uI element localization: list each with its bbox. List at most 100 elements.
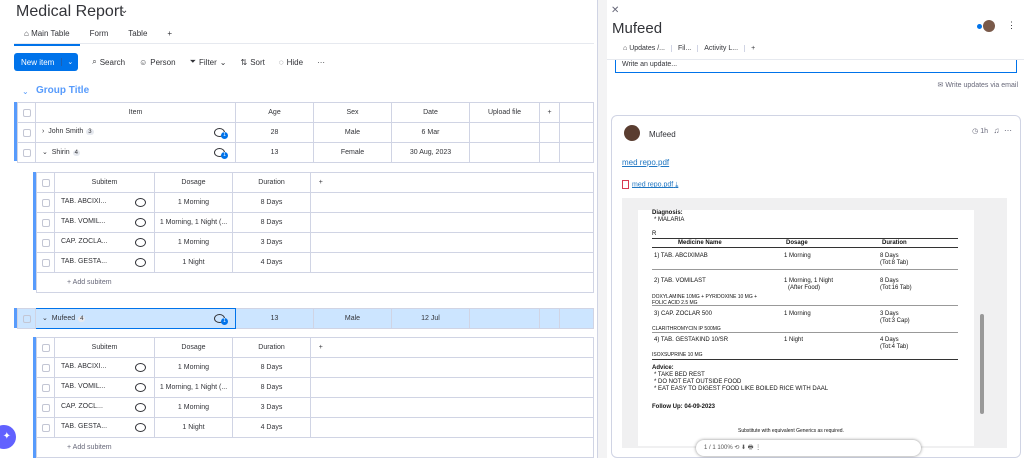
panel-divider[interactable] <box>597 0 607 458</box>
tab-files[interactable]: Fil... <box>672 45 699 52</box>
duration-cell[interactable]: 3 Days <box>232 232 311 253</box>
date-cell[interactable]: 30 Aug, 2023 <box>391 142 470 163</box>
updates-icon[interactable] <box>135 238 146 247</box>
row-checkbox[interactable] <box>22 148 31 157</box>
group-title[interactable]: Group Title <box>36 85 89 96</box>
file-link[interactable]: med repo.pdf <box>622 158 669 167</box>
add-column-button[interactable]: + <box>310 337 331 358</box>
dosage-cell[interactable]: 1 Night <box>154 417 233 438</box>
post-author[interactable]: Mufeed <box>649 130 676 139</box>
chevron-down-icon[interactable]: ⌄ <box>42 315 48 322</box>
col-sex[interactable]: Sex <box>313 102 392 123</box>
age-cell[interactable]: 28 <box>235 122 314 143</box>
sex-cell[interactable]: Male <box>313 308 392 329</box>
dosage-cell[interactable]: 1 Morning, 1 Night (... <box>154 377 233 398</box>
col-subitem[interactable]: Subitem <box>54 172 155 193</box>
search-button[interactable]: ⌕ Search <box>92 57 125 67</box>
updates-icon[interactable] <box>135 383 146 392</box>
row-checkbox[interactable] <box>41 258 50 267</box>
post-actions[interactable]: ♫ ⋯ <box>994 126 1012 135</box>
updates-icon[interactable] <box>135 423 146 432</box>
subitem-row[interactable]: TAB. ABCIXI... 1 Morning 8 Days <box>36 192 594 213</box>
sex-cell[interactable]: Female <box>313 142 392 163</box>
row-checkbox[interactable] <box>41 218 50 227</box>
row-checkbox[interactable] <box>41 238 50 247</box>
col-date[interactable]: Date <box>391 102 470 123</box>
subitem-name[interactable]: CAP. ZOCLA... <box>61 238 108 245</box>
col-dosage[interactable]: Dosage <box>154 172 233 193</box>
add-column-button[interactable]: + <box>310 172 331 193</box>
updates-icon[interactable]: 1 <box>214 148 228 159</box>
col-dosage[interactable]: Dosage <box>154 337 233 358</box>
duration-cell[interactable]: 3 Days <box>232 397 311 418</box>
subitem-row[interactable]: TAB. ABCIXI... 1 Morning 8 Days <box>36 357 594 378</box>
person-button[interactable]: ☺ Person <box>139 58 176 67</box>
item-name[interactable]: John Smith <box>48 128 83 135</box>
chevron-right-icon[interactable]: › <box>42 128 44 135</box>
board-title[interactable]: Medical Report <box>16 3 124 21</box>
updates-icon[interactable] <box>135 218 146 227</box>
updates-icon[interactable] <box>135 363 146 372</box>
item-name[interactable]: Mufeed <box>52 315 75 322</box>
pdf-attachment[interactable]: med repo.pdf ⤓ <box>622 180 678 189</box>
pdf-scrollbar[interactable] <box>980 314 984 414</box>
col-duration[interactable]: Duration <box>232 172 311 193</box>
subitem-name[interactable]: TAB. VOMIL... <box>61 383 106 390</box>
panel-title[interactable]: Mufeed <box>612 20 662 37</box>
close-icon[interactable]: ✕ <box>611 5 619 16</box>
select-all-checkbox[interactable] <box>41 178 50 187</box>
sort-button[interactable]: ⇅ Sort <box>240 58 264 67</box>
subitem-name[interactable]: TAB. ABCIXI... <box>61 198 106 205</box>
subitem-row[interactable]: CAP. ZOCLA... 1 Morning 3 Days <box>36 232 594 253</box>
date-cell[interactable]: 6 Mar <box>391 122 470 143</box>
row-checkbox[interactable] <box>22 128 31 137</box>
tab-updates[interactable]: ⌂ Updates /... <box>617 45 672 52</box>
write-via-email-link[interactable]: ✉ Write updates via email <box>938 81 1018 89</box>
row-checkbox[interactable] <box>22 314 31 323</box>
subitem-row[interactable]: TAB. VOMIL... 1 Morning, 1 Night (... 8 Da… <box>36 377 594 398</box>
col-subitem[interactable]: Subitem <box>54 337 155 358</box>
table-row-selected[interactable]: ⌄ Mufeed 4 1 13 Male 12 Jul <box>17 308 594 329</box>
col-item[interactable]: Item <box>35 102 236 123</box>
row-checkbox[interactable] <box>41 198 50 207</box>
updates-icon[interactable]: 1 <box>214 128 228 139</box>
new-item-button[interactable]: New item ⌄ <box>14 53 79 71</box>
duration-cell[interactable]: 4 Days <box>232 417 311 438</box>
chevron-down-icon[interactable]: ⌄ <box>42 149 48 156</box>
dosage-cell[interactable]: 1 Morning <box>154 397 233 418</box>
subitem-name[interactable]: TAB. ABCIXI... <box>61 363 106 370</box>
date-cell[interactable]: 12 Jul <box>391 308 470 329</box>
dosage-cell[interactable]: 1 Morning <box>154 357 233 378</box>
tab-activity-log[interactable]: Activity L... <box>698 45 746 52</box>
subitem-row[interactable]: CAP. ZOCL... 1 Morning 3 Days <box>36 397 594 418</box>
pdf-viewer[interactable]: Diagnosis: * MALARIA R Medicine Name Dos… <box>622 198 1007 448</box>
chevron-down-icon[interactable]: ⌄ <box>22 87 29 96</box>
chevron-down-icon[interactable]: ⌄ <box>120 5 128 16</box>
write-update-input[interactable]: Write an update... <box>615 60 1017 73</box>
duration-cell[interactable]: 8 Days <box>232 377 311 398</box>
duration-cell[interactable]: 8 Days <box>232 357 311 378</box>
col-upload-file[interactable]: Upload file <box>469 102 540 123</box>
add-tab-button[interactable]: + <box>745 45 761 52</box>
file-cell[interactable] <box>469 122 540 143</box>
hide-button[interactable]: ◌ Hide <box>279 58 303 67</box>
dosage-cell[interactable]: 1 Morning, 1 Night (... <box>154 212 233 233</box>
dosage-cell[interactable]: 1 Night <box>154 252 233 273</box>
subitem-row[interactable]: TAB. VOMIL... 1 Morning, 1 Night (... 8 Da… <box>36 212 594 233</box>
add-subitem-button[interactable]: + Add subitem <box>36 437 594 458</box>
select-all-checkbox[interactable] <box>22 108 31 117</box>
table-row[interactable]: › John Smith 3 1 28 Male 6 Mar <box>17 122 594 143</box>
duration-cell[interactable]: 8 Days <box>232 212 311 233</box>
add-subitem-button[interactable]: + Add subitem <box>36 272 594 293</box>
subitem-name[interactable]: TAB. GESTA... <box>61 258 107 265</box>
avatar[interactable] <box>624 125 640 141</box>
select-all-checkbox[interactable] <box>41 343 50 352</box>
item-name[interactable]: Shirin <box>52 149 70 156</box>
age-cell[interactable]: 13 <box>235 142 314 163</box>
file-cell[interactable] <box>469 308 540 329</box>
subitem-name[interactable]: TAB. GESTA... <box>61 423 107 430</box>
row-checkbox[interactable] <box>41 423 50 432</box>
file-cell[interactable] <box>469 142 540 163</box>
dosage-cell[interactable]: 1 Morning <box>154 232 233 253</box>
subitem-name[interactable]: TAB. VOMIL... <box>61 218 106 225</box>
